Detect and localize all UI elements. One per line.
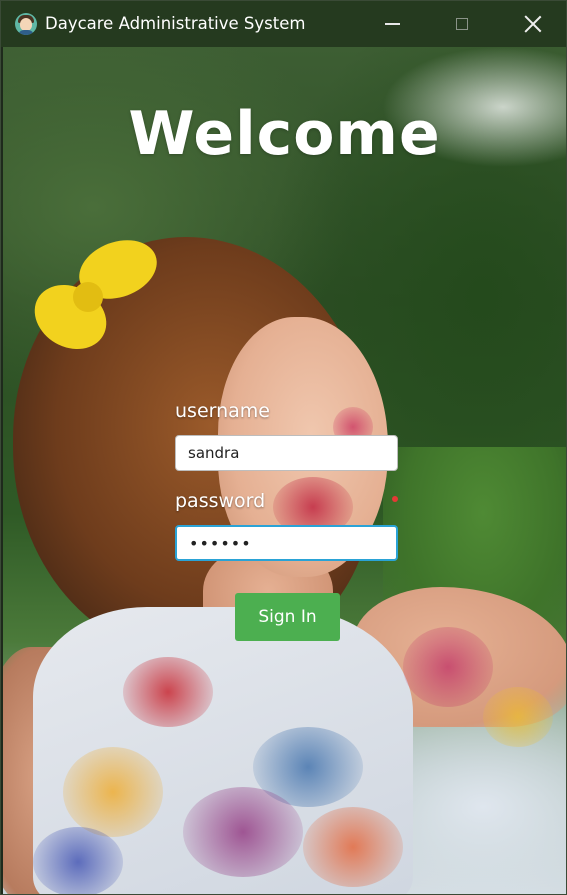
title-bar[interactable]: Daycare Administrative System bbox=[1, 1, 566, 47]
child-avatar-icon bbox=[15, 13, 37, 35]
minimize-button[interactable] bbox=[357, 1, 427, 47]
username-input[interactable] bbox=[175, 435, 398, 471]
welcome-heading: Welcome bbox=[128, 99, 441, 169]
sign-in-button[interactable]: Sign In bbox=[235, 593, 340, 641]
window-title: Daycare Administrative System bbox=[45, 14, 306, 33]
close-button[interactable] bbox=[498, 1, 566, 47]
close-icon bbox=[524, 15, 542, 33]
hair-bow bbox=[23, 229, 165, 362]
app-window: Daycare Administrative System Welcome us… bbox=[0, 0, 567, 895]
maximize-icon bbox=[456, 18, 468, 30]
username-label: username bbox=[175, 400, 270, 422]
minimize-icon bbox=[384, 23, 400, 25]
maximize-button[interactable] bbox=[427, 1, 497, 47]
password-input[interactable] bbox=[175, 525, 398, 561]
password-label: password bbox=[175, 490, 266, 512]
validation-dot-icon bbox=[392, 496, 398, 502]
